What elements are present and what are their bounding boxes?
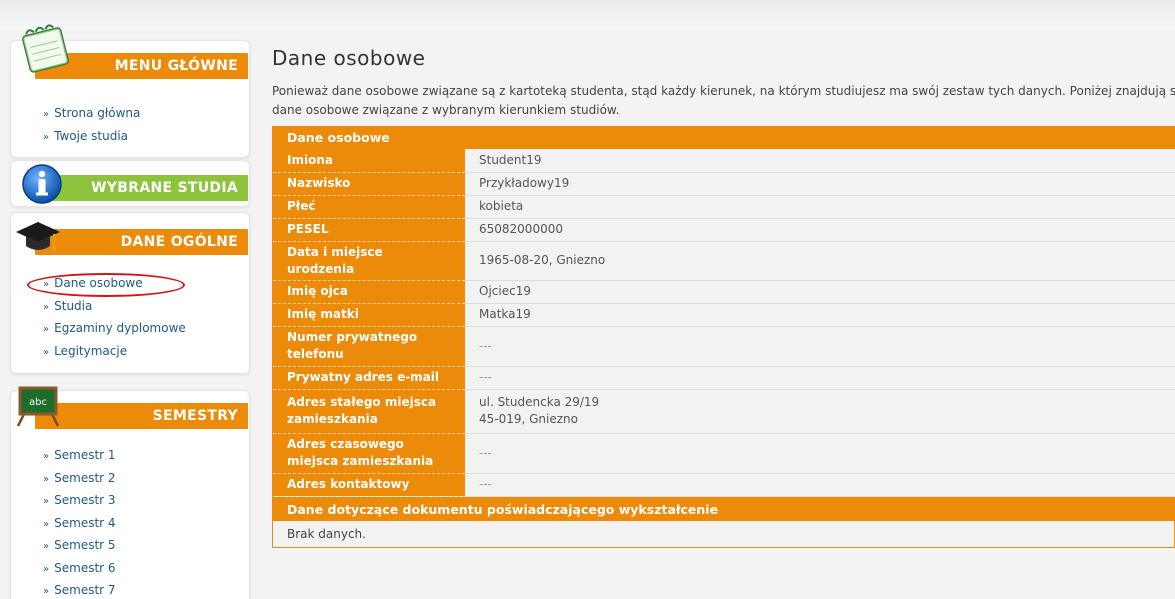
selected-studies-header[interactable]: WYBRANE STUDIA xyxy=(35,175,248,201)
table-row: Adres kontaktowy --- xyxy=(273,473,1175,497)
semesters-header: SEMESTRY xyxy=(35,403,248,429)
sidebar-item-id-cards[interactable]: » Legitymacje xyxy=(43,341,186,364)
row-label: Imiona xyxy=(273,149,465,173)
row-value: kobieta xyxy=(465,195,1175,219)
notepad-icon xyxy=(16,22,74,77)
sidebar-item-semester-4[interactable]: » Semestr 4 xyxy=(43,513,116,536)
highlight-ring xyxy=(27,273,185,297)
row-value: Przykładowy19 xyxy=(465,172,1175,196)
address-line-2: 45-019, Gniezno xyxy=(479,412,578,426)
table-row: Data i miejsce urodzenia 1965-08-20, Gni… xyxy=(273,241,1175,281)
table-row: Prywatny adres e-mail --- xyxy=(273,366,1175,390)
sidebar-item-semester-2[interactable]: » Semestr 2 xyxy=(43,468,116,491)
intro-text: Ponieważ dane osobowe związane są z kart… xyxy=(272,84,1175,117)
row-label: Adres kontaktowy xyxy=(273,473,465,497)
row-value: --- xyxy=(465,326,1175,367)
sidebar-item-semester-5[interactable]: » Semestr 5 xyxy=(43,535,116,558)
row-label: PESEL xyxy=(273,218,465,242)
row-label: Prywatny adres e-mail xyxy=(273,366,465,390)
table-row: Imię ojca Ojciec19 xyxy=(273,280,1175,304)
page-title: Dane osobowe xyxy=(272,46,426,70)
general-data-header: DANE OGÓLNE xyxy=(35,229,248,255)
row-value: ul. Studencka 29/19 45-019, Gniezno xyxy=(465,389,1175,434)
table-row: Imię matki Matka19 xyxy=(273,303,1175,327)
row-label: Adres stałego miejsca zamieszkania xyxy=(273,389,465,434)
sidebar-item-semester-1[interactable]: » Semestr 1 xyxy=(43,445,116,468)
table-row: Imiona Student19 xyxy=(273,149,1175,173)
row-value: --- xyxy=(465,473,1175,497)
personal-data-panel: Dane osobowe Imiona Student19 Nazwisko P… xyxy=(272,126,1175,498)
education-panel: Dane dotyczące dokumentu poświadczająceg… xyxy=(272,498,1175,548)
blackboard-icon: abc xyxy=(16,384,60,431)
row-label: Data i miejsce urodzenia xyxy=(273,241,465,281)
table-row: Płeć kobieta xyxy=(273,195,1175,219)
top-bar xyxy=(0,0,1175,30)
sidebar-item-semester-7[interactable]: » Semestr 7 xyxy=(43,580,116,599)
row-label: Płeć xyxy=(273,195,465,219)
row-label: Nazwisko xyxy=(273,172,465,196)
sidebar-item-diploma-exams[interactable]: » Egzaminy dyplomowe xyxy=(43,318,186,341)
personal-data-header: Dane osobowe xyxy=(273,127,1174,149)
table-row: Adres stałego miejsca zamieszkania ul. S… xyxy=(273,389,1175,434)
svg-text:abc: abc xyxy=(29,397,47,408)
main-menu-list: » Strona główna » Twoje studia xyxy=(43,103,140,148)
personal-data-table: Imiona Student19 Nazwisko Przykładowy19 … xyxy=(273,149,1175,497)
row-value: --- xyxy=(465,433,1175,474)
sidebar-item-home[interactable]: » Strona główna xyxy=(43,103,140,126)
sidebar-item-semester-3[interactable]: » Semestr 3 xyxy=(43,490,116,513)
sidebar-item-your-studies[interactable]: » Twoje studia xyxy=(43,126,140,149)
info-icon xyxy=(20,162,64,209)
education-header: Dane dotyczące dokumentu poświadczająceg… xyxy=(273,499,1174,521)
table-row: PESEL 65082000000 xyxy=(273,218,1175,242)
row-value: 1965-08-20, Gniezno xyxy=(465,241,1175,281)
table-row: Numer prywatnego telefonu --- xyxy=(273,326,1175,367)
sidebar-item-studies[interactable]: » Studia xyxy=(43,296,186,319)
row-value: 65082000000 xyxy=(465,218,1175,242)
semesters-list: » Semestr 1 » Semestr 2 » Semestr 3 » Semest… xyxy=(43,445,116,599)
table-row: Nazwisko Przykładowy19 xyxy=(273,172,1175,196)
row-label: Imię ojca xyxy=(273,280,465,304)
address-line-1: ul. Studencka 29/19 xyxy=(479,395,600,409)
row-value: Student19 xyxy=(465,149,1175,173)
graduation-cap-icon xyxy=(14,218,62,259)
sidebar-item-semester-6[interactable]: » Semestr 6 xyxy=(43,558,116,581)
education-body: Brak danych. xyxy=(273,521,1174,547)
row-value: Matka19 xyxy=(465,303,1175,327)
row-label: Adres czasowego miejsca zamieszkania xyxy=(273,433,465,474)
table-row: Adres czasowego miejsca zamieszkania --- xyxy=(273,433,1175,474)
row-label: Numer prywatnego telefonu xyxy=(273,326,465,367)
row-value: --- xyxy=(465,366,1175,390)
row-label: Imię matki xyxy=(273,303,465,327)
row-value: Ojciec19 xyxy=(465,280,1175,304)
